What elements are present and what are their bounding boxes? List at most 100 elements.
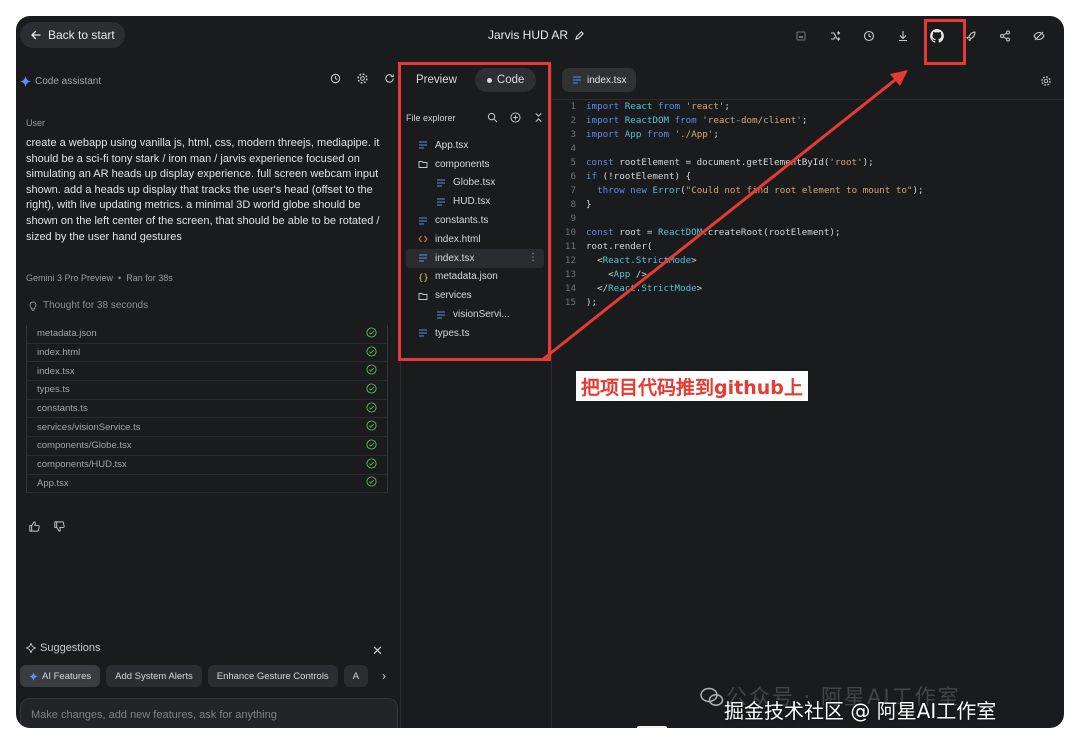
annotation-label: 把项目代码推到github上 [576,371,808,401]
share-icon[interactable] [988,24,1022,48]
code-text: const root = ReactDOM.createRoot(rootEle… [576,226,841,240]
code-content[interactable]: 1 import React from 'react'; 2 import React… [552,100,1064,310]
code-line: 15); [552,296,1064,310]
code-line: 13 <App /> [552,268,1064,282]
line-number: 8 [570,199,576,210]
annotation-box-explorer [398,62,551,361]
code-token: const [586,227,614,238]
watermark-text: 掘金技术社区 @ 阿星AI工作室 [724,699,997,723]
watermark: 公众号 · 阿星AI工作室 掘金技术社区 @ 阿星AI工作室 [700,681,1070,731]
file-name: services/visionService.ts [37,421,141,433]
close-icon[interactable]: ✕ [372,643,383,659]
top-bar: Back to start Jarvis HUD AR [16,16,1064,56]
code-line: 6 if (!rootElement) { [552,170,1064,184]
suggestion-chip[interactable]: AI Features [20,665,101,687]
code-text: } [576,198,592,212]
line-number: 7 [570,185,576,196]
line-number: 4 [570,143,576,154]
line-number: 12 [564,255,576,266]
thought-toggle[interactable]: Thought for 38 seconds [28,300,148,311]
branch-icon[interactable] [818,24,852,48]
chevron-right-icon[interactable]: › [382,669,386,683]
file-name: types.ts [37,384,70,396]
edit-pencil-icon[interactable] [574,30,585,41]
code-text: <React.StrictMode> [576,254,697,268]
download-icon[interactable] [886,24,920,48]
code-token: React.StrictMode [602,255,692,266]
list-item[interactable]: index.tsx [27,362,387,382]
chat-input[interactable]: Make changes, add new features, ask for … [20,698,398,728]
list-item[interactable]: types.ts [27,381,387,400]
code-text: ); [576,296,597,310]
file-name: components/Globe.tsx [37,440,132,452]
code-line: 10 const root = ReactDOM.createRoot(rootE… [552,226,1064,240]
check-circle-icon [366,458,377,472]
line-number: 10 [564,227,576,238]
code-line: 14 </React.StrictMode> [552,282,1064,296]
code-token: (!rootElement) { [597,171,692,182]
code-token: ReactDOM [624,115,670,126]
code-text: import React from 'react'; [576,100,730,114]
gear-icon[interactable] [1040,74,1052,92]
home-indicator [637,726,667,728]
dot-separator: • [115,273,127,283]
code-token: ; [724,101,730,112]
annotation-box-github [924,19,966,65]
editor-tab-label: index.tsx [587,74,627,86]
thumbs-up-icon[interactable] [28,520,41,533]
code-token: Error [652,185,681,196]
code-text: if (!rootElement) { [576,170,691,184]
file-name: components/HUD.tsx [37,459,127,471]
check-circle-icon [366,383,377,397]
back-to-start-button[interactable]: Back to start [20,22,125,48]
project-title[interactable]: Jarvis HUD AR [488,28,585,42]
history-icon[interactable] [852,24,886,48]
code-token: rootElement = document.getElementById( [613,157,830,168]
chip-label: AI Features [42,670,92,682]
list-item[interactable]: constants.ts [27,400,387,419]
list-item[interactable]: components/Globe.tsx [27,437,387,456]
file-name: metadata.json [37,328,97,340]
run-time: Ran for 38s [126,273,173,283]
suggestion-chip[interactable]: Enhance Gesture Controls [207,665,338,687]
file-name: index.html [37,347,81,359]
list-item[interactable]: index.html [27,344,387,363]
hide-icon[interactable] [1022,24,1056,48]
code-line: 7 throw new Error("Could not find root e… [552,184,1064,198]
sparkle-icon [20,75,31,87]
history-icon[interactable] [329,72,342,85]
sparkle-icon [29,671,38,681]
code-line: 12 <React.StrictMode> [552,254,1064,268]
list-item[interactable]: App.tsx [27,475,387,494]
save-icon[interactable] [784,24,818,48]
code-token: from [646,129,670,140]
code-token: const [586,157,614,168]
suggestion-chip[interactable]: Add System Alerts [106,665,202,687]
line-number: 14 [564,283,576,294]
line-number: 9 [570,213,576,224]
suggestion-chips: AI Features Add System Alerts Enhance Ge… [20,665,396,687]
code-line: 9 [552,212,1064,226]
list-item[interactable]: metadata.json [27,325,387,344]
gear-icon[interactable] [356,72,369,85]
code-token: ); [862,157,874,168]
code-token: from [657,101,681,112]
arrow-left-icon [31,30,41,40]
code-text: <App /> [576,268,647,282]
model-info: Gemini 3 Pro Preview • Ran for 38s [26,273,173,283]
code-token: 'root' [829,157,863,168]
refresh-icon[interactable] [383,72,396,85]
line-number: 11 [564,241,576,252]
list-item[interactable]: services/visionService.ts [27,418,387,438]
line-number: 5 [570,157,576,168]
list-item[interactable]: components/HUD.tsx [27,456,387,475]
model-name: Gemini 3 Pro Preview [26,273,114,283]
suggestions-label: Suggestions [40,642,101,654]
code-line: 2 import ReactDOM from 'react-dom/client'… [552,114,1064,128]
editor-tab[interactable]: index.tsx [562,68,637,92]
thumbs-down-icon[interactable] [53,520,66,533]
code-token: "Could not find root element to mount to… [685,185,913,196]
suggestion-chip[interactable]: A [343,665,369,687]
code-token: < [586,255,603,266]
